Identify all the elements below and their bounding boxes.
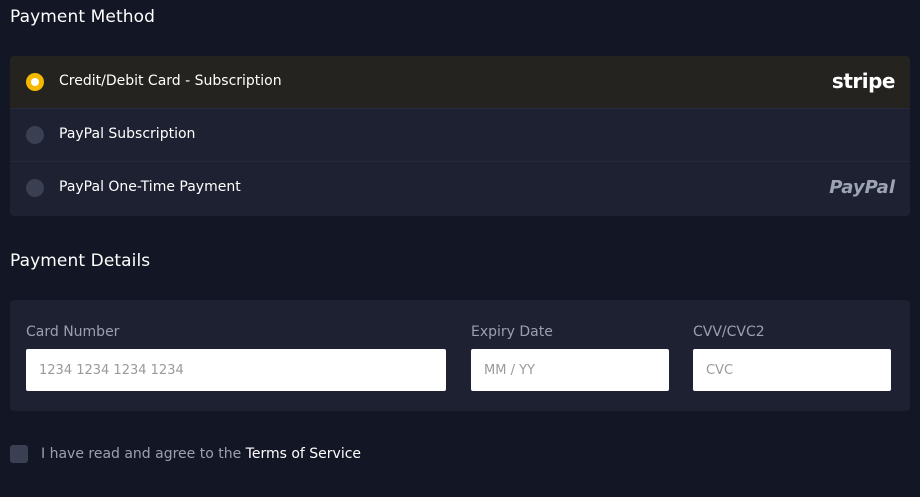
checkout-page: Payment Method Credit/Debit Card - Subsc… <box>0 0 920 497</box>
payment-option-paypal-subscription[interactable]: PayPal Subscription <box>10 109 910 162</box>
payment-details-title: Payment Details <box>10 251 151 271</box>
expiry-date-label: Expiry Date <box>471 324 553 340</box>
payment-details-panel: Card Number Expiry Date CVV/CVC2 <box>10 300 910 411</box>
payment-option-label: PayPal Subscription <box>59 126 196 142</box>
radio-unchecked-icon[interactable] <box>26 126 44 144</box>
terms-of-service-link[interactable]: Terms of Service <box>246 446 361 462</box>
payment-option-paypal-one-time[interactable]: PayPal One-Time Payment PayPal <box>10 162 910 216</box>
payment-option-card[interactable]: Credit/Debit Card - Subscription stripe <box>10 56 910 109</box>
paypal-logo: PayPal <box>829 177 895 198</box>
terms-agreement-text: I have read and agree to the Terms of Se… <box>41 446 361 462</box>
card-number-input[interactable] <box>26 349 446 391</box>
payment-option-label: Credit/Debit Card - Subscription <box>59 73 282 89</box>
stripe-logo: stripe <box>831 69 896 93</box>
radio-checked-icon[interactable] <box>26 73 44 91</box>
terms-agreement-label: I have read and agree to the <box>41 446 242 462</box>
payment-method-title: Payment Method <box>10 7 155 27</box>
cvv-input[interactable] <box>693 349 891 391</box>
terms-checkbox[interactable] <box>10 445 28 463</box>
payment-method-list: Credit/Debit Card - Subscription stripe … <box>10 56 910 216</box>
card-number-label: Card Number <box>26 324 120 340</box>
expiry-date-input[interactable] <box>471 349 669 391</box>
cvv-label: CVV/CVC2 <box>693 324 765 340</box>
payment-option-label: PayPal One-Time Payment <box>59 179 241 195</box>
radio-unchecked-icon[interactable] <box>26 179 44 197</box>
